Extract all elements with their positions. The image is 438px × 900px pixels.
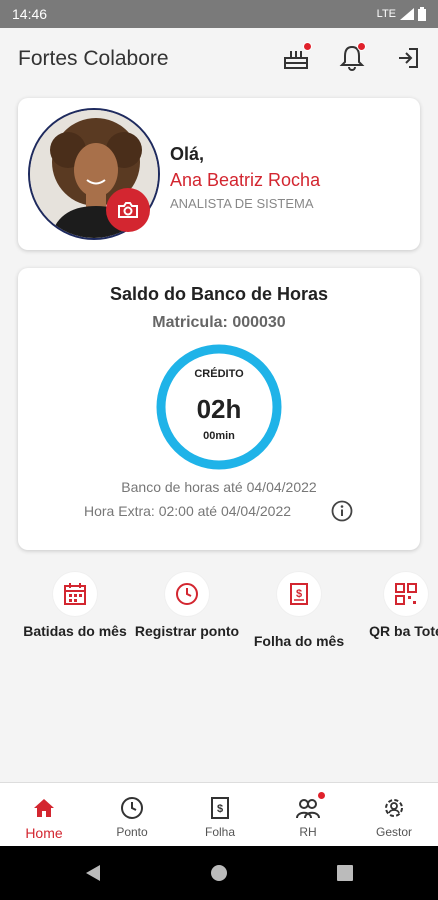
camera-icon bbox=[118, 202, 138, 218]
notification-dot bbox=[317, 791, 326, 800]
notification-dot bbox=[357, 42, 366, 51]
home-icon bbox=[34, 799, 54, 817]
svg-text:$: $ bbox=[217, 803, 223, 815]
back-icon[interactable] bbox=[84, 864, 102, 882]
manager-gear-icon bbox=[385, 799, 403, 817]
bank-until-text: Banco de horas até 04/04/2022 bbox=[121, 479, 317, 495]
shortcut-register-punch[interactable]: Registrar ponto bbox=[132, 572, 242, 640]
logout-icon bbox=[399, 48, 418, 68]
network-type: LTE bbox=[376, 8, 396, 20]
bottom-navigation: Home Ponto $ Folha RH Gestor bbox=[0, 782, 438, 846]
shortcut-label: Batidas do mês bbox=[23, 623, 127, 639]
calendar-icon bbox=[64, 583, 86, 605]
nav-label: Home bbox=[25, 825, 63, 841]
info-icon[interactable] bbox=[331, 500, 353, 522]
signal-icon bbox=[400, 8, 414, 20]
payslip-icon: $ bbox=[290, 583, 308, 605]
logout-button[interactable] bbox=[392, 42, 424, 74]
shortcut-label: QR ba Tote bbox=[369, 623, 438, 639]
nav-label: Gestor bbox=[375, 825, 412, 839]
registration-number: Matricula: 000030 bbox=[152, 314, 286, 331]
nav-ponto[interactable]: Ponto bbox=[88, 783, 176, 847]
hour-bank-title: Saldo do Banco de Horas bbox=[109, 284, 329, 304]
greeting: Olá, bbox=[170, 144, 205, 164]
ring-label: CRÉDITO bbox=[194, 368, 244, 380]
nav-rh[interactable]: RH bbox=[264, 783, 352, 847]
nav-home[interactable]: Home bbox=[0, 783, 88, 847]
payslip-icon: $ bbox=[211, 797, 229, 819]
shortcut-label: Registrar ponto bbox=[134, 623, 240, 639]
app-bar: Fortes Colabore bbox=[0, 28, 438, 90]
nav-gestor[interactable]: Gestor bbox=[350, 783, 438, 847]
clock-icon bbox=[176, 583, 198, 605]
shortcuts-row: Batidas do mês Registrar ponto $ Folha d… bbox=[0, 572, 438, 682]
nav-folha[interactable]: $ Folha bbox=[176, 783, 264, 847]
battery-icon bbox=[418, 7, 426, 21]
user-name: Ana Beatriz Rocha bbox=[170, 170, 321, 190]
shortcut-label: Folha do mês bbox=[253, 633, 345, 649]
notification-dot bbox=[303, 42, 312, 51]
nav-label: Ponto bbox=[116, 825, 148, 839]
ring-hours: 02h bbox=[196, 394, 242, 424]
shortcut-payslip[interactable]: $ Folha do mês bbox=[244, 572, 354, 650]
svg-text:$: $ bbox=[296, 588, 302, 600]
app-title: Fortes Colabore bbox=[18, 47, 169, 70]
nav-label: RH bbox=[299, 825, 317, 839]
home-circle-icon[interactable] bbox=[210, 864, 228, 882]
birthday-button[interactable] bbox=[280, 42, 312, 74]
overtime-text: Hora Extra: 02:00 até 04/04/2022 bbox=[84, 503, 292, 519]
status-bar: 14:46 LTE bbox=[0, 0, 438, 28]
nav-label: Folha bbox=[204, 825, 236, 839]
status-time: 14:46 bbox=[12, 6, 48, 22]
user-role: ANALISTA DE SISTEMA bbox=[170, 196, 314, 211]
status-indicators: LTE bbox=[377, 7, 426, 21]
shortcut-monthly-punches[interactable]: Batidas do mês bbox=[20, 572, 130, 640]
system-navigation-bar bbox=[0, 846, 438, 900]
change-photo-button[interactable] bbox=[106, 188, 150, 232]
ring-minutes: 00min bbox=[203, 430, 235, 442]
shortcut-qr-code[interactable]: QR ba Tote bbox=[356, 572, 438, 640]
recents-icon[interactable] bbox=[337, 865, 353, 881]
qr-code-icon bbox=[395, 583, 417, 605]
clock-icon bbox=[121, 797, 143, 819]
notifications-button[interactable] bbox=[336, 42, 368, 74]
